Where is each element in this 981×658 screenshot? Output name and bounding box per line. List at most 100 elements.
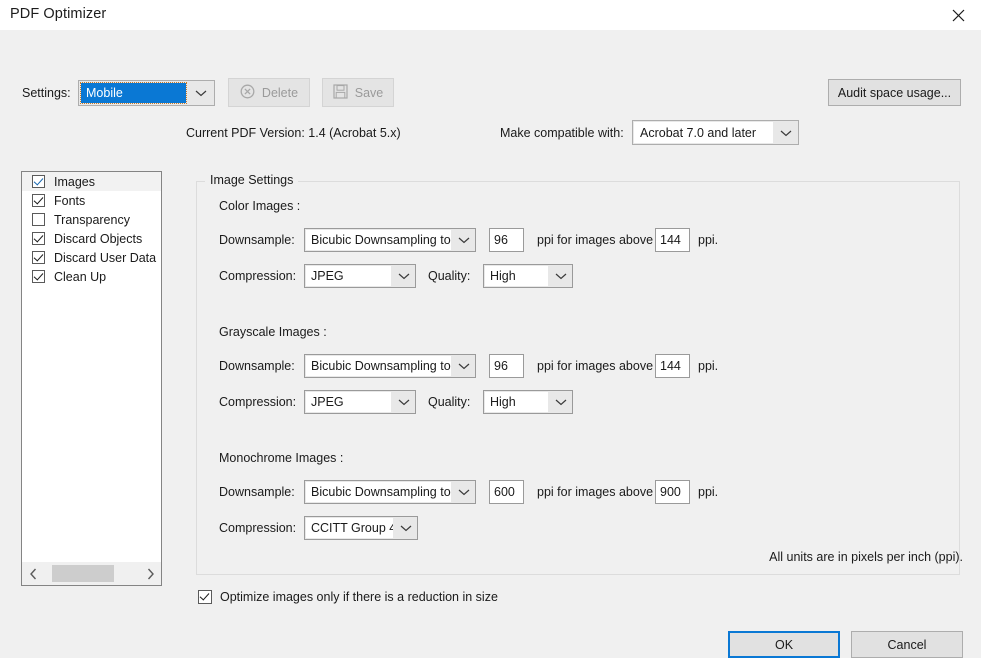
chevron-down-icon (549, 391, 572, 413)
compression-label: Compression: (219, 395, 297, 409)
settings-label: Settings: (22, 86, 71, 100)
quality-dropdown[interactable]: High (483, 390, 573, 414)
delete-preset-button[interactable]: Delete (228, 78, 310, 107)
panel-list-item-checkbox[interactable] (32, 194, 45, 207)
settings-preset-value: Mobile (80, 82, 187, 104)
window-title: PDF Optimizer (10, 6, 107, 22)
make-compatible-label: Make compatible with: (500, 126, 624, 140)
compression-value: CCITT Group 4 (306, 518, 393, 538)
chevron-down-icon (452, 229, 475, 251)
compression-label: Compression: (219, 521, 297, 535)
optimize-images-checkbox[interactable] (198, 590, 212, 604)
optimize-images-checkbox-row[interactable]: Optimize images only if there is a reduc… (198, 590, 498, 604)
downsample-ppi-input[interactable]: 96 (489, 228, 524, 252)
panel-list-items: Images Fonts Transparency Discard Objects Di… (22, 172, 161, 561)
ok-button[interactable]: OK (728, 631, 840, 658)
chevron-down-icon (549, 265, 572, 287)
ppi-above-label: ppi for images above (537, 359, 654, 373)
save-preset-button[interactable]: Save (322, 78, 394, 107)
section-title: Color Images : (219, 199, 301, 213)
chevron-down-icon (392, 265, 415, 287)
make-compatible-dropdown[interactable]: Acrobat 7.0 and later (632, 120, 799, 145)
panel-list-horizontal-scrollbar[interactable] (22, 561, 161, 585)
quality-value: High (485, 266, 548, 286)
circle-x-icon (240, 84, 255, 102)
close-button[interactable] (935, 0, 981, 30)
compression-value: JPEG (306, 266, 391, 286)
panel-list-item[interactable]: Fonts (22, 191, 161, 210)
section-title: Grayscale Images : (219, 325, 327, 339)
panel-list-item-checkbox[interactable] (32, 175, 45, 188)
section-title: Monochrome Images : (219, 451, 344, 465)
compression-dropdown[interactable]: JPEG (304, 264, 416, 288)
chevron-down-icon (188, 81, 214, 105)
delete-button-label: Delete (261, 85, 299, 100)
panel-list-item[interactable]: Transparency (22, 210, 161, 229)
panel-list-item-checkbox[interactable] (32, 251, 45, 264)
quality-dropdown[interactable]: High (483, 264, 573, 288)
compression-value: JPEG (306, 392, 391, 412)
downsample-mode-value: Bicubic Downsampling to (306, 482, 451, 502)
cancel-button[interactable]: Cancel (851, 631, 963, 658)
compression-label: Compression: (219, 269, 297, 283)
downsample-label: Downsample: (219, 359, 295, 373)
save-button-label: Save (354, 85, 384, 100)
panel-list-item-label: Fonts (54, 193, 86, 208)
compression-dropdown[interactable]: CCITT Group 4 (304, 516, 418, 540)
title-bar: PDF Optimizer (0, 0, 981, 30)
panel-list-item-checkbox[interactable] (32, 213, 45, 226)
compression-dropdown[interactable]: JPEG (304, 390, 416, 414)
scrollbar-thumb[interactable] (52, 565, 114, 582)
chevron-right-icon[interactable] (139, 562, 161, 585)
downsample-mode-value: Bicubic Downsampling to (306, 230, 451, 250)
panel-list-item-label: Discard User Data (54, 250, 157, 265)
downsample-label: Downsample: (219, 233, 295, 247)
floppy-disk-icon (333, 83, 348, 102)
ppi-above-label: ppi for images above (537, 233, 654, 247)
chevron-left-icon[interactable] (22, 562, 44, 585)
threshold-ppi-input[interactable]: 144 (655, 228, 690, 252)
units-note: All units are in pixels per inch (ppi). (769, 550, 963, 564)
chevron-down-icon (394, 517, 417, 539)
image-settings-group-title: Image Settings (205, 173, 299, 187)
quality-label: Quality: (428, 395, 471, 409)
ppi-suffix-label: ppi. (698, 359, 719, 373)
downsample-mode-dropdown[interactable]: Bicubic Downsampling to (304, 354, 476, 378)
panel-list-item-checkbox[interactable] (32, 232, 45, 245)
panel-list-item[interactable]: Discard Objects (22, 229, 161, 248)
audit-space-usage-button[interactable]: Audit space usage... (828, 79, 961, 106)
downsample-mode-dropdown[interactable]: Bicubic Downsampling to (304, 228, 476, 252)
chevron-down-icon (774, 121, 798, 144)
settings-preset-dropdown[interactable]: Mobile (78, 80, 215, 106)
panel-list-item-label: Clean Up (54, 269, 107, 284)
downsample-mode-dropdown[interactable]: Bicubic Downsampling to (304, 480, 476, 504)
ppi-suffix-label: ppi. (698, 233, 719, 247)
chevron-down-icon (452, 481, 475, 503)
quality-value: High (485, 392, 548, 412)
downsample-ppi-input[interactable]: 96 (489, 354, 524, 378)
ppi-above-label: ppi for images above (537, 485, 654, 499)
panel-list-item-label: Images (54, 174, 95, 189)
make-compatible-value: Acrobat 7.0 and later (634, 122, 773, 143)
chevron-down-icon (392, 391, 415, 413)
scrollbar-track[interactable] (44, 562, 139, 585)
panel-list-item[interactable]: Clean Up (22, 267, 161, 286)
current-pdf-version-text: Current PDF Version: 1.4 (Acrobat 5.x) (186, 126, 401, 140)
panel-list-item-label: Transparency (54, 212, 130, 227)
panel-list-item-checkbox[interactable] (32, 270, 45, 283)
chevron-down-icon (452, 355, 475, 377)
panel-list-item[interactable]: Discard User Data (22, 248, 161, 267)
optimize-images-label: Optimize images only if there is a reduc… (220, 590, 498, 604)
downsample-label: Downsample: (219, 485, 295, 499)
quality-label: Quality: (428, 269, 471, 283)
panel-list-item-label: Discard Objects (54, 231, 143, 246)
downsample-ppi-input[interactable]: 600 (489, 480, 524, 504)
close-icon (952, 9, 965, 22)
panel-list: Images Fonts Transparency Discard Objects Di… (21, 171, 162, 586)
dialog-body: Settings: Mobile Delete Save Audit space… (0, 30, 981, 658)
threshold-ppi-input[interactable]: 900 (655, 480, 690, 504)
ppi-suffix-label: ppi. (698, 485, 719, 499)
threshold-ppi-input[interactable]: 144 (655, 354, 690, 378)
downsample-mode-value: Bicubic Downsampling to (306, 356, 451, 376)
panel-list-item[interactable]: Images (22, 172, 161, 191)
